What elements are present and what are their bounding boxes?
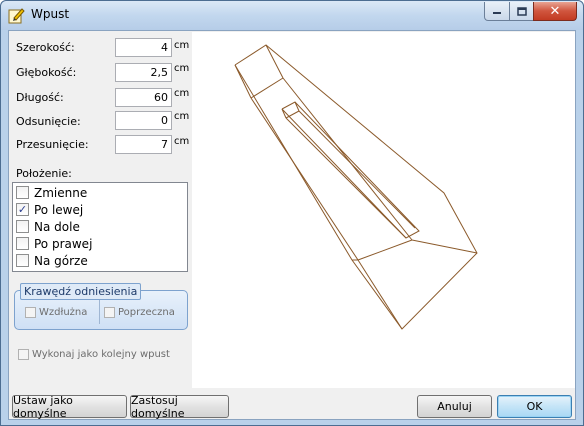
list-item-na-dole[interactable]: Na dole bbox=[16, 218, 80, 235]
wzdluzna-label: Wzdłużna bbox=[39, 306, 88, 318]
glebokosc-input[interactable]: 2,5 bbox=[115, 63, 172, 82]
checkbox[interactable] bbox=[104, 306, 115, 318]
maximize-button[interactable] bbox=[509, 2, 534, 21]
divider bbox=[99, 300, 100, 324]
board-edge bbox=[250, 77, 284, 99]
checkbox[interactable] bbox=[16, 254, 29, 267]
edit-icon bbox=[8, 8, 25, 24]
polozenie-label: Położenie: bbox=[16, 167, 72, 180]
field-label-dlugosc: Długość: bbox=[16, 91, 64, 104]
list-item-po-lewej[interactable]: ✓ Po lewej bbox=[16, 201, 83, 218]
set-default-button[interactable]: Ustaw jako domyślne bbox=[12, 394, 127, 420]
krawedz-odniesienia-group: Krawędź odniesienia Wzdłużna Poprzeczna bbox=[14, 283, 188, 330]
title-bar[interactable]: Wpust ✕ bbox=[1, 1, 583, 30]
checkbox[interactable] bbox=[25, 306, 36, 318]
unit-label: cm bbox=[174, 88, 190, 99]
board-edge bbox=[357, 239, 413, 261]
unit-label: cm bbox=[174, 136, 190, 147]
board-outline bbox=[234, 44, 478, 330]
checkbox[interactable] bbox=[16, 186, 29, 199]
poprzeczna-toggle[interactable]: Poprzeczna bbox=[104, 301, 175, 323]
list-item-zmienne[interactable]: Zmienne bbox=[16, 184, 87, 201]
dialog-client-area: Szerokość: 4 cm Głębokość: 2,5 cm Długoś… bbox=[8, 30, 576, 420]
check-icon: ✓ bbox=[17, 203, 28, 216]
unit-label: cm bbox=[174, 111, 190, 122]
dlugosc-input[interactable]: 60 bbox=[115, 88, 172, 107]
ok-button[interactable]: OK bbox=[497, 395, 572, 418]
list-item-label: Po prawej bbox=[34, 236, 93, 251]
list-item-label: Po lewej bbox=[34, 202, 84, 217]
minimize-icon bbox=[493, 12, 501, 14]
minimize-button[interactable] bbox=[484, 2, 510, 21]
poprzeczna-label: Poprzeczna bbox=[118, 306, 175, 318]
checkbox-checked[interactable]: ✓ bbox=[16, 203, 29, 216]
checkbox[interactable] bbox=[16, 220, 29, 233]
maximize-icon bbox=[516, 6, 527, 16]
board-edge bbox=[282, 77, 413, 241]
dialog-window: Wpust ✕ Szerokość: 4 cm Głębokość: 2,5 c… bbox=[0, 0, 584, 426]
list-item-label: Na górze bbox=[34, 253, 88, 268]
close-icon: ✕ bbox=[549, 3, 561, 19]
groove-edge bbox=[294, 101, 300, 112]
unit-label: cm bbox=[174, 63, 190, 74]
unit-label: cm bbox=[174, 40, 190, 51]
apply-default-button[interactable]: Zastosuj domyślne bbox=[130, 394, 229, 420]
field-label-odsuniecie: Odsunięcie: bbox=[16, 115, 81, 128]
field-label-szerokosc: Szerokość: bbox=[16, 41, 75, 54]
kolejny-wpust-label: Wykonaj jako kolejny wpust bbox=[32, 349, 170, 360]
window-title: Wpust bbox=[31, 7, 70, 21]
cancel-button[interactable]: Anuluj bbox=[417, 395, 492, 418]
group-title: Krawędź odniesienia bbox=[20, 283, 142, 300]
przesuniecie-input[interactable]: 7 bbox=[115, 135, 172, 154]
kolejny-wpust-checkbox[interactable]: Wykonaj jako kolejny wpust bbox=[18, 349, 170, 360]
board-edge bbox=[234, 64, 252, 99]
odsuniecie-input[interactable]: 0 bbox=[115, 111, 172, 130]
wpust-preview-drawing bbox=[234, 44, 478, 330]
list-item-po-prawej[interactable]: Po prawej bbox=[16, 235, 92, 252]
preview-canvas[interactable] bbox=[192, 32, 575, 388]
groove-edge bbox=[298, 110, 416, 229]
checkbox[interactable] bbox=[16, 237, 29, 250]
list-item-label: Zmienne bbox=[34, 185, 88, 200]
list-item-label: Na dole bbox=[34, 219, 80, 234]
field-label-przesuniecie: Przesunięcie: bbox=[16, 138, 89, 151]
groove-outline bbox=[281, 101, 420, 239]
list-item-na-gorze[interactable]: Na górze bbox=[16, 252, 88, 269]
polozenie-listbox[interactable]: Zmienne ✓ Po lewej Na dole Po prawej Na … bbox=[12, 182, 188, 272]
checkbox[interactable] bbox=[18, 349, 29, 360]
board-edge bbox=[411, 239, 478, 254]
board-edge bbox=[357, 259, 403, 330]
close-button[interactable]: ✕ bbox=[533, 2, 577, 21]
szerokosc-input[interactable]: 4 bbox=[115, 38, 172, 57]
wzdluzna-toggle[interactable]: Wzdłużna bbox=[25, 301, 87, 323]
board-edge bbox=[250, 97, 359, 261]
groove-edge bbox=[281, 108, 287, 119]
board-edge bbox=[265, 44, 284, 79]
field-label-glebokosc: Głębokość: bbox=[16, 66, 77, 79]
